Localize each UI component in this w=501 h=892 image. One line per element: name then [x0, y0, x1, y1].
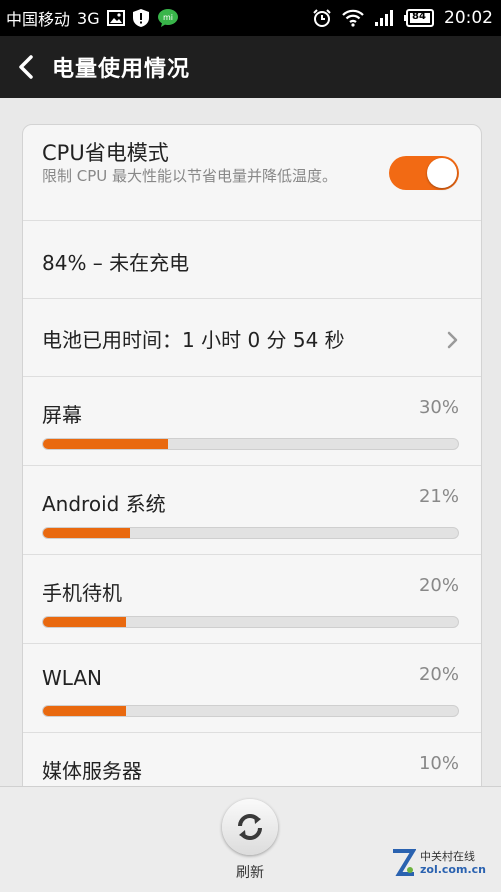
- toggle-knob: [427, 158, 457, 188]
- signal-strength-icon: [374, 9, 394, 27]
- watermark-cn: 中关村在线: [420, 850, 475, 863]
- refresh-label: 刷新: [236, 865, 264, 881]
- usage-item-percent: 21%: [418, 486, 459, 507]
- shield-alert-icon: [132, 8, 150, 28]
- usage-item-percent: 20%: [418, 664, 459, 685]
- title-bar: 电量使用情况: [0, 36, 501, 98]
- watermark-en: zol.com.cn: [420, 863, 486, 876]
- usage-progress-track: [42, 527, 459, 539]
- clock-time: 20:02: [444, 8, 493, 28]
- usage-progress-fill: [43, 439, 168, 449]
- usage-item-name: 手机待机: [42, 581, 122, 605]
- cpu-mode-title: CPU省电模式: [42, 141, 169, 165]
- usage-progress-track: [42, 705, 459, 717]
- chevron-left-icon: [19, 55, 33, 79]
- battery-status-row: 84% – 未在充电: [23, 221, 481, 299]
- status-bar: 中国移动 3G mi 84 20:02: [0, 0, 501, 36]
- battery-usage-card: CPU省电模式 限制 CPU 最大性能以节省电量并降低温度。 84% – 未在充…: [22, 124, 482, 806]
- usage-item-name: WLAN: [42, 666, 103, 690]
- battery-time-text: 电池已用时间：1 小时 0 分 54 秒: [42, 328, 345, 352]
- usage-item-screen[interactable]: 屏幕 30%: [23, 377, 481, 466]
- battery-status-text: 84% – 未在充电: [42, 251, 190, 275]
- usage-progress-fill: [43, 617, 126, 627]
- usage-item-phone-idle[interactable]: 手机待机 20%: [23, 555, 481, 644]
- usage-progress-fill: [43, 706, 126, 716]
- usage-item-android-system[interactable]: Android 系统 21%: [23, 466, 481, 555]
- battery-level-label: 84: [412, 11, 426, 22]
- network-type: 3G: [77, 8, 100, 28]
- back-button[interactable]: [0, 36, 52, 98]
- page-title: 电量使用情况: [52, 57, 191, 82]
- carrier-label: 中国移动: [6, 10, 71, 29]
- usage-item-wlan[interactable]: WLAN 20%: [23, 644, 481, 733]
- wifi-icon: [342, 9, 364, 27]
- watermark: 中关村在线 zol.com.cn: [390, 848, 486, 878]
- mi-chat-icon: mi: [157, 8, 179, 28]
- battery-icon: 84: [404, 9, 434, 27]
- cpu-power-saving-row[interactable]: CPU省电模式 限制 CPU 最大性能以节省电量并降低温度。: [23, 125, 481, 221]
- chevron-right-icon: [447, 331, 458, 349]
- usage-item-name: 媒体服务器: [42, 759, 142, 783]
- alarm-clock-icon: [312, 8, 332, 28]
- cpu-mode-toggle[interactable]: [389, 156, 459, 190]
- cpu-mode-description: 限制 CPU 最大性能以节省电量并降低温度。: [42, 167, 338, 185]
- usage-item-percent: 10%: [418, 753, 459, 774]
- usage-item-name: Android 系统: [42, 492, 166, 516]
- refresh-button[interactable]: [222, 799, 278, 855]
- battery-time-row[interactable]: 电池已用时间：1 小时 0 分 54 秒: [23, 299, 481, 377]
- usage-progress-track: [42, 616, 459, 628]
- svg-text:mi: mi: [163, 13, 173, 22]
- usage-item-percent: 30%: [418, 397, 459, 418]
- usage-progress-fill: [43, 528, 131, 538]
- usage-item-name: 屏幕: [42, 403, 82, 427]
- usage-progress-track: [42, 438, 459, 450]
- refresh-icon: [238, 814, 262, 840]
- usage-item-percent: 20%: [418, 575, 459, 596]
- zol-logo-icon: [393, 849, 416, 876]
- image-notification-icon: [106, 10, 125, 26]
